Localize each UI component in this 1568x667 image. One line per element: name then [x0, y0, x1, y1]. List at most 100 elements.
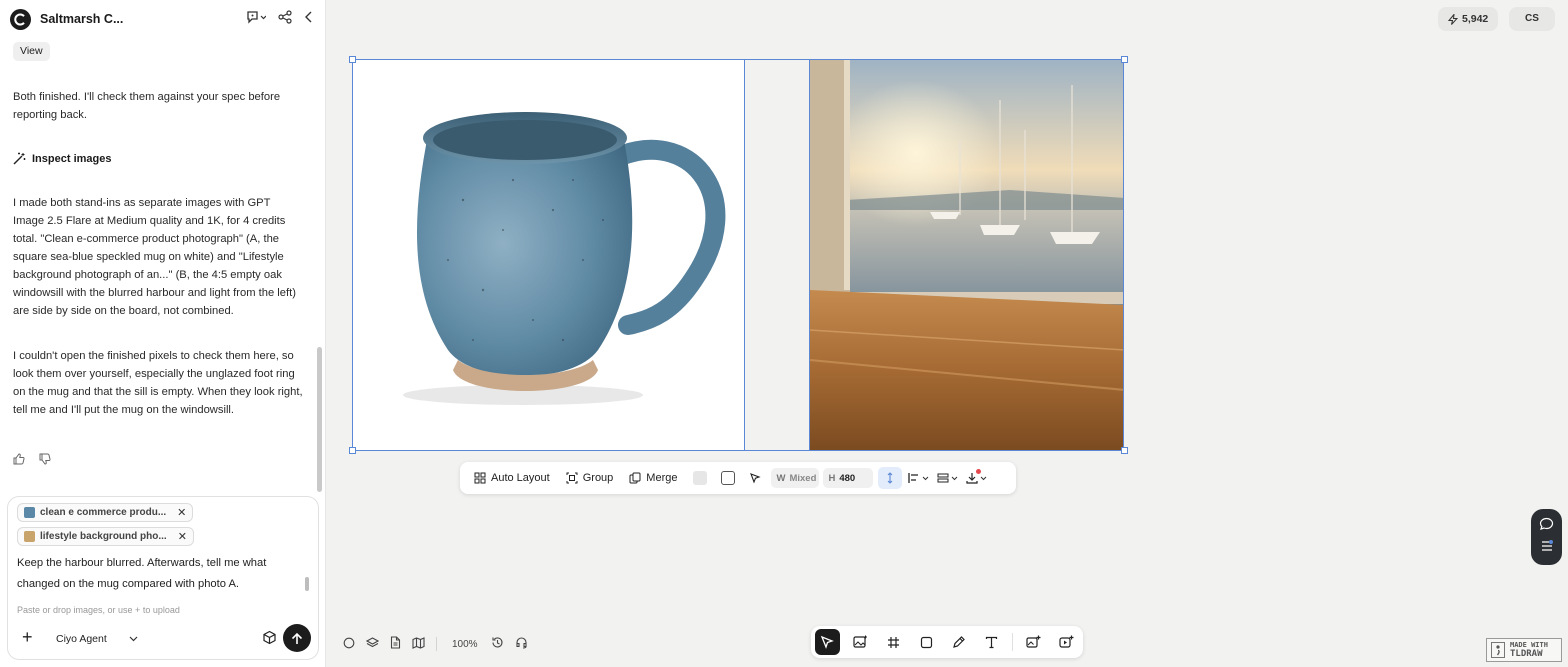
- credits-badge[interactable]: 5,942: [1438, 7, 1499, 31]
- tool-palette: [811, 626, 1083, 658]
- pencil-tool[interactable]: [947, 629, 972, 655]
- add-video-tool[interactable]: [1054, 629, 1079, 655]
- thumbs-up-icon[interactable]: [13, 452, 25, 470]
- tldraw-logo-icon: [1491, 642, 1505, 658]
- chat-bubble-icon[interactable]: [1539, 517, 1554, 536]
- composer-scrollbar[interactable]: [305, 577, 309, 591]
- fill-color-swatch[interactable]: [693, 471, 708, 485]
- remove-attachment-icon[interactable]: ✕: [178, 530, 187, 543]
- group-label: Group: [582, 472, 614, 484]
- remove-attachment-icon[interactable]: ✕: [177, 506, 186, 519]
- notes-icon[interactable]: [1540, 539, 1554, 558]
- model-cube-icon[interactable]: [262, 630, 277, 650]
- text-tool[interactable]: [979, 629, 1004, 655]
- inspect-images-label: Inspect images: [32, 152, 112, 165]
- composer-hint: Paste or drop images, or use + to upload: [17, 605, 180, 615]
- map-icon[interactable]: [412, 636, 425, 652]
- resize-handle-top-left[interactable]: [349, 56, 356, 63]
- align-left-icon: [908, 473, 919, 483]
- pointer-icon[interactable]: [749, 472, 762, 484]
- attachment-chip[interactable]: lifestyle background pho... ✕: [17, 527, 194, 546]
- user-avatar[interactable]: CS: [1509, 7, 1555, 31]
- chat-scrollbar[interactable]: [317, 347, 322, 492]
- image-generate-tool[interactable]: [848, 629, 873, 655]
- circle-icon[interactable]: [343, 637, 355, 652]
- hash-frame-icon: [887, 636, 899, 648]
- agent-label: Ciyo Agent: [56, 633, 107, 645]
- distribute-dropdown[interactable]: [937, 472, 958, 484]
- chevron-down-icon: [129, 636, 138, 642]
- attachment-thumbnail: [24, 507, 35, 518]
- resize-handle-bottom-right[interactable]: [1121, 447, 1128, 454]
- image-plus-icon: [1026, 635, 1041, 648]
- comment-toggle-icon[interactable]: [246, 10, 266, 24]
- image-frame-mug[interactable]: [352, 59, 745, 451]
- select-tool[interactable]: [815, 629, 840, 655]
- windowsill-image: [810, 60, 1123, 450]
- add-attachment-button[interactable]: +: [22, 628, 33, 646]
- assistant-message-check: I couldn't open the finished pixels to c…: [13, 350, 303, 416]
- thumbs-down-icon[interactable]: [39, 452, 51, 470]
- chat-thread: View Both finished. I'll check them agai…: [0, 38, 318, 493]
- app-logo[interactable]: [10, 8, 31, 30]
- assistant-message-status: Both finished. I'll check them against y…: [13, 91, 281, 121]
- notification-dot: [976, 469, 982, 474]
- divider: [1012, 633, 1014, 651]
- project-title[interactable]: Saltmarsh C...: [40, 12, 190, 26]
- message-input[interactable]: Keep the harbour blurred. Afterwards, te…: [17, 553, 302, 595]
- rectangle-tool[interactable]: [914, 629, 939, 655]
- lightning-icon: [1448, 13, 1458, 25]
- chevron-down-icon: [952, 476, 958, 480]
- height-field[interactable]: H 480: [823, 468, 874, 488]
- link-icon: [888, 472, 893, 484]
- image-sparkle-icon: [853, 635, 867, 648]
- auto-layout-button[interactable]: Auto Layout: [474, 472, 550, 484]
- group-icon: [566, 472, 578, 484]
- assistant-message-summary: I made both stand-ins as separate images…: [13, 197, 296, 317]
- panel-header: Saltmarsh C...: [0, 0, 326, 38]
- collapse-panel-icon[interactable]: [304, 10, 314, 24]
- share-icon[interactable]: [278, 10, 292, 24]
- frame-tool[interactable]: [881, 629, 906, 655]
- stroke-swatch[interactable]: [721, 471, 736, 485]
- width-value: Mixed: [789, 472, 817, 484]
- lock-aspect-button[interactable]: [878, 467, 903, 489]
- resize-handle-top-right[interactable]: [1121, 56, 1128, 63]
- history-icon[interactable]: [491, 636, 504, 652]
- message-composer: clean e commerce produ... ✕ lifestyle ba…: [7, 496, 319, 660]
- group-button[interactable]: Group: [566, 472, 614, 484]
- agent-selector[interactable]: Ciyo Agent: [56, 633, 138, 645]
- height-label: H: [828, 472, 836, 484]
- download-dropdown[interactable]: [966, 469, 987, 484]
- merge-label: Merge: [646, 472, 678, 484]
- grid-icon: [474, 472, 486, 484]
- square-icon: [920, 636, 932, 648]
- view-button[interactable]: View: [13, 42, 50, 61]
- mug-image: [403, 112, 726, 405]
- made-with-line2: TLDRAW: [1510, 649, 1543, 659]
- attachment-chip[interactable]: clean e commerce produ... ✕: [17, 503, 194, 522]
- resize-handle-bottom-left[interactable]: [349, 447, 356, 454]
- magic-wand-icon: [13, 152, 26, 165]
- merge-icon: [629, 472, 641, 484]
- width-field[interactable]: W Mixed: [771, 468, 820, 488]
- document-icon[interactable]: [390, 636, 401, 652]
- auto-layout-label: Auto Layout: [491, 472, 550, 484]
- send-button[interactable]: [283, 624, 311, 652]
- made-with-line1: MADE WITH: [1510, 641, 1548, 649]
- width-label: W: [776, 472, 786, 484]
- divider: [436, 637, 437, 651]
- align-dropdown[interactable]: [908, 472, 929, 484]
- chevron-down-icon: [923, 476, 929, 480]
- image-frame-windowsill[interactable]: [809, 59, 1124, 451]
- zoom-level[interactable]: 100%: [452, 639, 478, 650]
- chat-panel: Saltmarsh C... View Both finished. I'll …: [0, 0, 326, 667]
- made-with-tldraw-badge[interactable]: MADE WITH TLDRAW: [1486, 638, 1562, 662]
- headset-icon[interactable]: [515, 636, 528, 652]
- merge-button[interactable]: Merge: [629, 472, 677, 484]
- layers-icon[interactable]: [365, 636, 380, 652]
- chevron-down-icon: [981, 476, 987, 480]
- attachment-thumbnail: [24, 531, 35, 542]
- attachment-label: clean e commerce produ...: [40, 507, 167, 518]
- add-image-tool[interactable]: [1021, 629, 1046, 655]
